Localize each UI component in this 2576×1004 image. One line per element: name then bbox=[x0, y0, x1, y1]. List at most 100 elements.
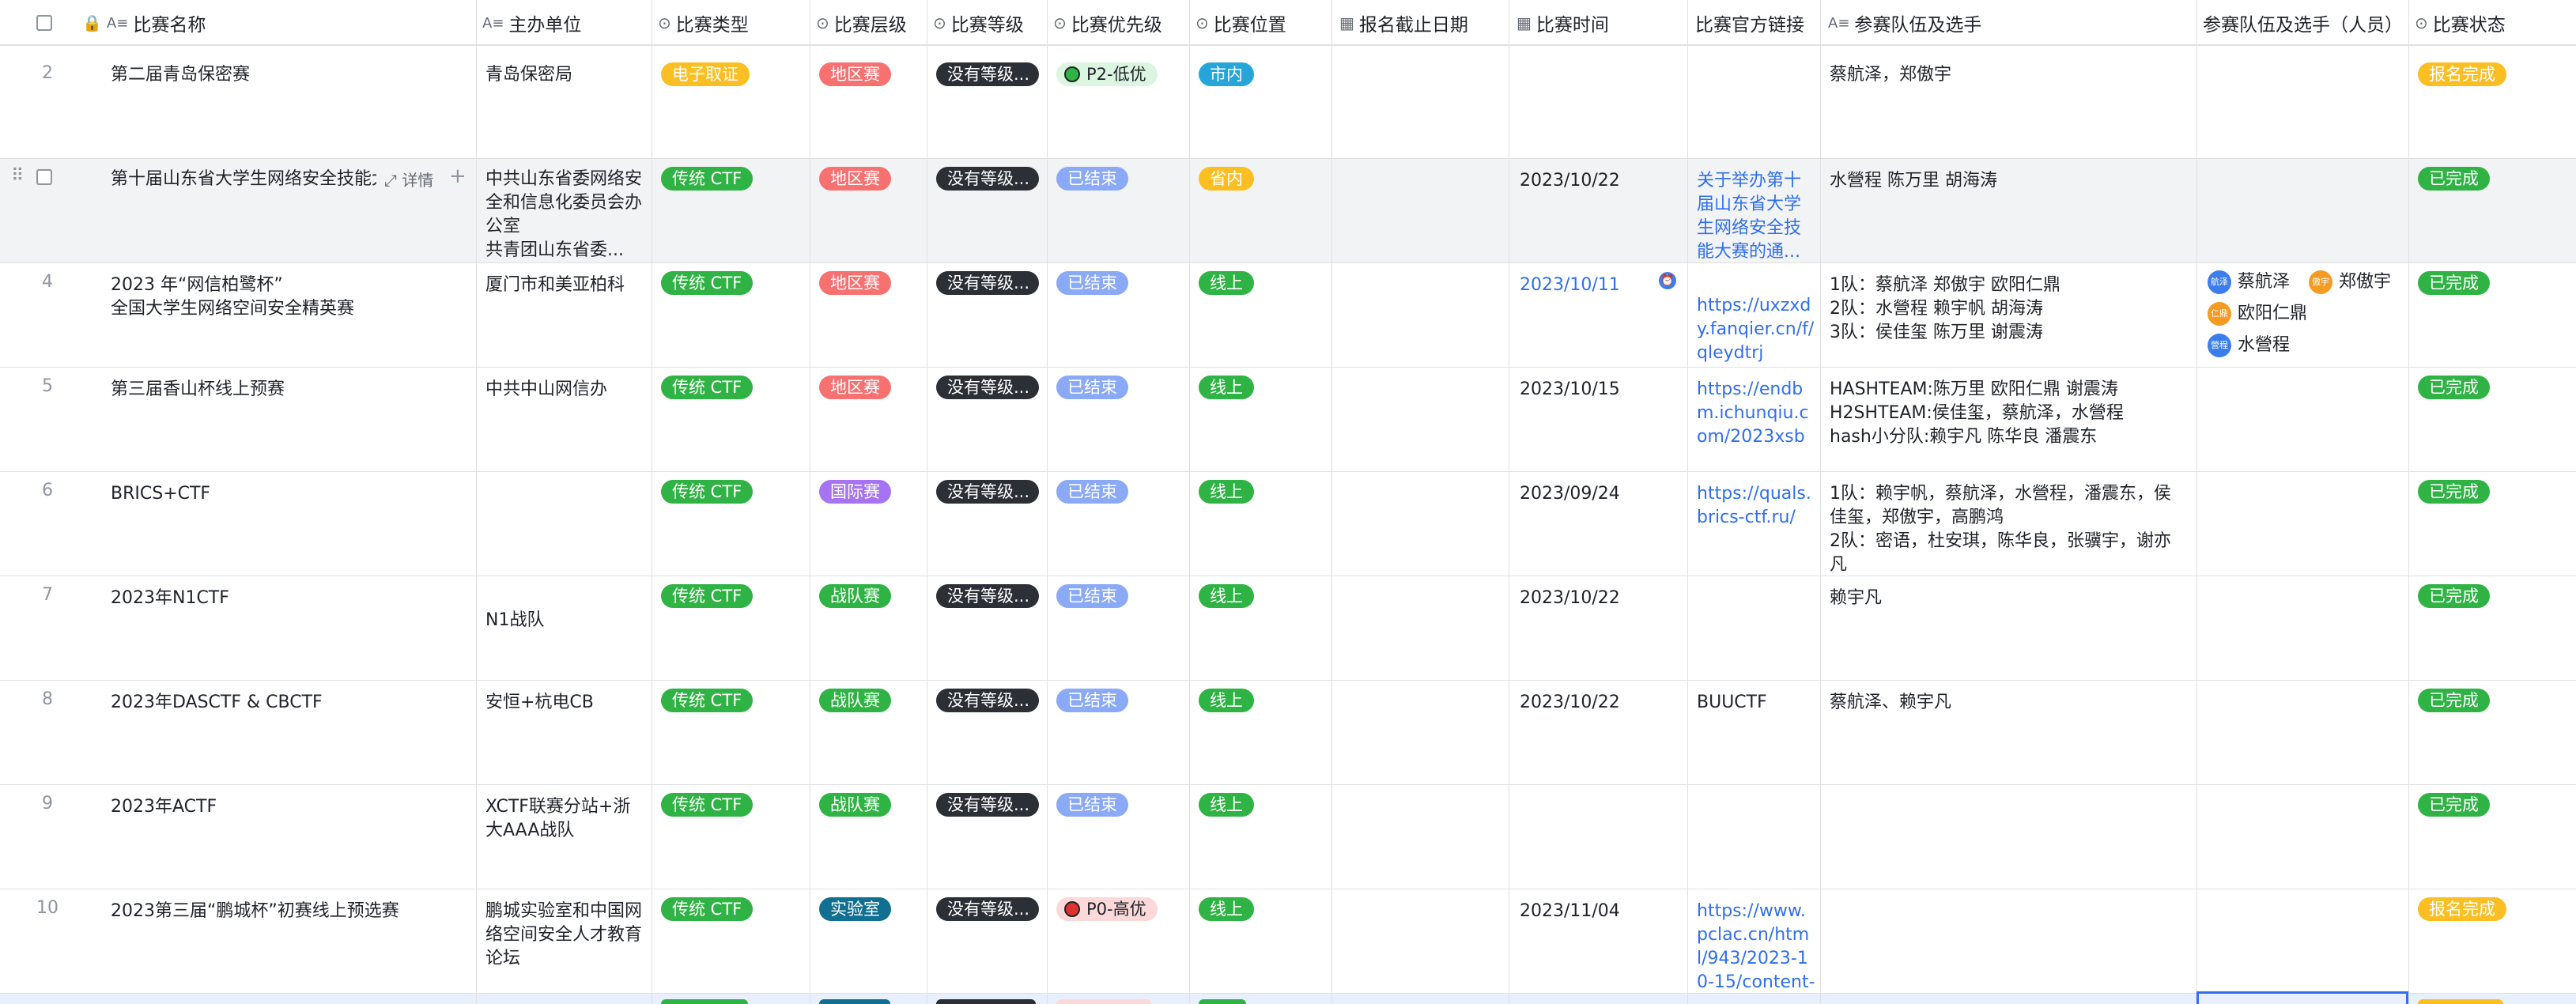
level-tag[interactable]: 国际赛 bbox=[819, 480, 891, 504]
status-tag[interactable]: 已完成 bbox=[2418, 271, 2490, 295]
level-tag[interactable]: 地区赛 bbox=[819, 167, 891, 191]
selected-cell-outline[interactable] bbox=[2196, 991, 2408, 1004]
cell-link[interactable]: https://endbm.ichunqiu.com/2023xsb bbox=[1697, 378, 1815, 449]
col-header-link[interactable]: 比赛官方链接 bbox=[1695, 0, 1806, 46]
grade-tag[interactable]: 没有等级... bbox=[936, 271, 1039, 295]
col-header-teams[interactable]: A≡ 参赛队伍及选手 bbox=[1828, 0, 2192, 46]
col-header-time[interactable]: ▦ 比赛时间 bbox=[1517, 0, 1683, 46]
level-tag[interactable]: 地区赛 bbox=[819, 271, 891, 295]
location-tag[interactable]: 线上 bbox=[1199, 480, 1254, 504]
location-tag[interactable]: 线上 bbox=[1199, 793, 1254, 817]
level-tag[interactable]: 战队赛 bbox=[819, 793, 891, 817]
column-divider[interactable] bbox=[1820, 0, 1821, 1004]
cell-link[interactable]: https://www.pclac.cn/html/943/2023-10-15… bbox=[1697, 900, 1815, 993]
cell-name[interactable]: BRICS+CTF bbox=[111, 482, 466, 506]
column-divider[interactable] bbox=[476, 0, 477, 1004]
location-tag[interactable]: 省内 bbox=[1199, 167, 1254, 191]
column-divider[interactable] bbox=[2196, 0, 2197, 1004]
priority-tag[interactable]: 已结束 bbox=[1056, 167, 1128, 191]
type-tag[interactable]: 传统 CTF bbox=[661, 584, 754, 608]
priority-tag[interactable]: 已结束 bbox=[1056, 584, 1128, 608]
cell-teams[interactable]: HASHTEAM:陈万里 欧阳仁鼎 谢震涛 H2SHTEAM:侯佳玺，蔡航泽，水… bbox=[1830, 378, 2185, 449]
cell-host[interactable]: N1战队 bbox=[485, 609, 644, 632]
grade-tag[interactable]: 没有等级... bbox=[936, 480, 1039, 504]
col-header-name[interactable]: 🔒 A≡ 比赛名称 bbox=[82, 0, 470, 46]
column-divider[interactable] bbox=[1331, 0, 1332, 1004]
cell-link[interactable]: BUUCTF bbox=[1697, 691, 1815, 715]
priority-tag[interactable]: P0-高优 bbox=[1056, 897, 1158, 921]
alarm-clock-icon[interactable]: ⏰ bbox=[1659, 272, 1676, 289]
cell-host[interactable]: 鹏城实验室和中国网络空间安全人才教育论坛 bbox=[485, 900, 644, 993]
location-tag[interactable]: 线上 bbox=[1199, 376, 1254, 399]
cell-link[interactable]: https://uxzxdy.fanqier.cn/f/qleydtrj bbox=[1697, 294, 1815, 365]
grade-tag[interactable]: 没有等级... bbox=[936, 793, 1039, 817]
cell-host[interactable]: 中共山东省委网络安全和信息化委员会办公室 共青团山东省委... bbox=[485, 168, 644, 262]
cell-host[interactable]: 中共中山网信办 bbox=[485, 378, 644, 402]
cell-name[interactable]: 2023年DASCTF & CBCTF bbox=[111, 691, 466, 715]
grade-tag[interactable]: 没有等级... bbox=[936, 689, 1039, 712]
status-tag[interactable]: 已完成 bbox=[2418, 793, 2490, 817]
cell-host[interactable]: 厦门市和美亚柏科 bbox=[485, 274, 644, 297]
type-tag[interactable]: 电子取证 bbox=[661, 62, 750, 86]
status-tag[interactable]: 已完成 bbox=[2418, 480, 2490, 504]
col-header-type[interactable]: ⊙ 比赛类型 bbox=[658, 0, 808, 46]
priority-tag[interactable]: 已结束 bbox=[1056, 480, 1128, 504]
expand-detail-button[interactable]: ⤢ 详情 bbox=[384, 168, 433, 191]
status-tag[interactable]: 已完成 bbox=[2418, 376, 2490, 399]
cell-time[interactable]: 2023/10/11 bbox=[1520, 274, 1646, 297]
cell-time[interactable]: 2023/09/24 bbox=[1520, 482, 1678, 506]
cell-host[interactable]: 安恒+杭电CB bbox=[485, 691, 644, 715]
priority-tag[interactable]: 已结束 bbox=[1056, 271, 1128, 295]
cell-name[interactable]: 2023 年“网信柏鹭杯” 全国大学生网络空间安全精英赛 bbox=[111, 274, 466, 321]
location-tag[interactable]: 线上 bbox=[1199, 897, 1254, 921]
level-tag[interactable]: 战队赛 bbox=[819, 584, 891, 608]
cell-name[interactable]: 2023年N1CTF bbox=[111, 587, 466, 610]
cell-time[interactable]: 2023/10/22 bbox=[1520, 169, 1678, 193]
location-tag[interactable]: 市内 bbox=[1199, 62, 1254, 86]
priority-tag[interactable]: P2-低优 bbox=[1056, 62, 1158, 86]
grade-tag[interactable]: 没有等级... bbox=[936, 376, 1039, 399]
type-tag[interactable]: 传统 CTF bbox=[661, 480, 754, 504]
location-tag[interactable]: 线上 bbox=[1199, 271, 1254, 295]
grade-tag[interactable]: 没有等级... bbox=[936, 62, 1039, 86]
drag-handle-icon[interactable]: ⠿ bbox=[11, 166, 24, 186]
location-tag[interactable]: 线上 bbox=[1199, 689, 1254, 712]
cell-teams[interactable]: 1队：赖宇帆，蔡航泽，水營程，潘震东，侯佳玺，郑傲宇，高鹏鸿 2队：密语，杜安琪… bbox=[1830, 482, 2185, 577]
cell-host[interactable]: 青岛保密局 bbox=[485, 63, 644, 87]
cell-teams[interactable]: 蔡航泽、赖宇凡 bbox=[1830, 691, 2185, 715]
col-header-location[interactable]: ⊙ 比赛位置 bbox=[1195, 0, 1328, 46]
status-tag[interactable]: 报名完成 bbox=[2418, 62, 2506, 86]
col-header-priority[interactable]: ⊙ 比赛优先级 bbox=[1053, 0, 1188, 46]
type-tag[interactable]: 传统 CTF bbox=[661, 897, 754, 921]
priority-tag[interactable]: 已结束 bbox=[1056, 376, 1128, 399]
col-header-members[interactable]: 参赛队伍及选手（人员） bbox=[2203, 0, 2405, 46]
grade-tag[interactable]: 没有等级... bbox=[936, 897, 1039, 921]
column-divider[interactable] bbox=[1047, 0, 1048, 1004]
grade-tag[interactable]: 没有等级... bbox=[936, 584, 1039, 608]
cell-teams[interactable]: 1队：蔡航泽 郑傲宇 欧阳仁鼎 2队：水營程 赖宇帆 胡海涛 3队：侯佳玺 陈万… bbox=[1830, 274, 2185, 345]
cell-teams[interactable]: 赖宇凡 bbox=[1830, 587, 2185, 610]
row-checkbox[interactable] bbox=[36, 169, 52, 185]
type-tag[interactable]: 传统 CTF bbox=[661, 793, 754, 817]
cell-time[interactable]: 2023/10/15 bbox=[1520, 378, 1678, 402]
status-tag[interactable]: 已完成 bbox=[2418, 689, 2490, 712]
status-tag[interactable]: 已完成 bbox=[2418, 167, 2490, 191]
type-tag[interactable]: 传统 CTF bbox=[661, 376, 754, 399]
select-all-checkbox[interactable] bbox=[36, 15, 52, 31]
type-tag[interactable]: 传统 CTF bbox=[661, 689, 754, 712]
cell-name[interactable]: 第二届青岛保密赛 bbox=[111, 63, 466, 87]
level-tag[interactable]: 地区赛 bbox=[819, 376, 891, 399]
type-tag[interactable]: 传统 CTF bbox=[661, 167, 754, 191]
cell-name[interactable]: 第十届山东省大学生网络安全技能大 bbox=[111, 168, 376, 191]
col-header-host[interactable]: A≡ 主办单位 bbox=[482, 0, 640, 46]
cell-teams[interactable]: 蔡航泽，郑傲宇 bbox=[1830, 63, 2185, 87]
cell-name[interactable]: 2023第三届“鹏城杯”初赛线上预选赛 bbox=[111, 900, 466, 923]
level-tag[interactable]: 地区赛 bbox=[819, 62, 891, 86]
cell-link[interactable]: https://quals.brics-ctf.ru/ bbox=[1697, 482, 1815, 530]
cell-name[interactable]: 第三届香山杯线上预赛 bbox=[111, 378, 466, 402]
location-tag[interactable]: 线上 bbox=[1199, 584, 1254, 608]
cell-name[interactable]: 2023年ACTF bbox=[111, 795, 466, 819]
cell-teams[interactable]: 水營程 陈万里 胡海涛 bbox=[1830, 169, 2185, 193]
status-tag[interactable]: 已完成 bbox=[2418, 584, 2490, 608]
cell-link[interactable]: 关于举办第十届山东省大学生网络安全技能大赛的通... bbox=[1697, 169, 1815, 262]
